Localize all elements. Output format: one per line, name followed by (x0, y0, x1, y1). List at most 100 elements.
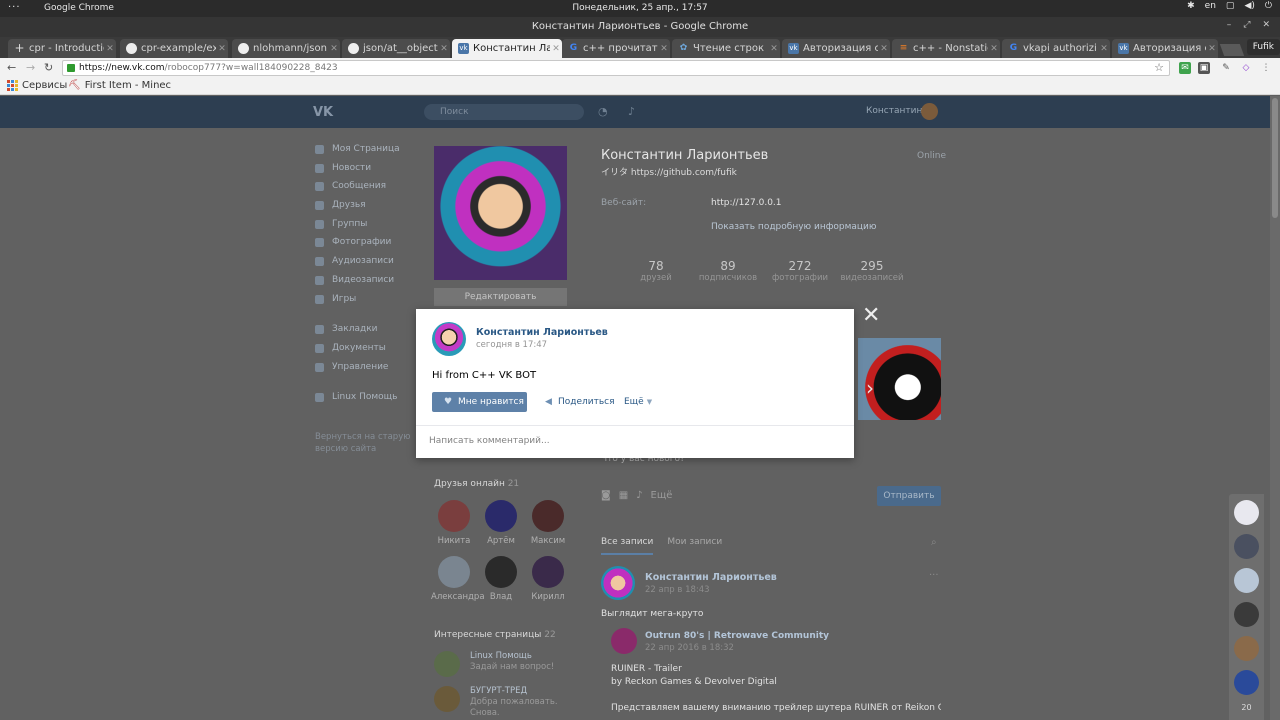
like-button[interactable]: ♥ Мне нравится (432, 392, 527, 412)
more-button[interactable]: Ещё ▼ (624, 397, 652, 407)
tab-close-icon[interactable]: ✕ (768, 44, 780, 54)
new-tab-button[interactable] (1219, 44, 1245, 56)
maximize-icon[interactable]: ⤢ (1243, 20, 1250, 30)
bookmark-star-icon[interactable]: ☆ (1154, 61, 1164, 75)
tab-my-posts[interactable]: Мои записи (667, 537, 722, 555)
menu-item[interactable]: Закладки (315, 320, 415, 339)
tab[interactable]: vk Авторизация с ✕ (1112, 39, 1218, 58)
extension-pen-icon[interactable]: ✎ (1220, 62, 1232, 74)
menu-item[interactable]: Моя Страница (315, 140, 415, 159)
extension-mail-icon[interactable]: ✉ (1179, 62, 1191, 74)
tab[interactable]: + cpr - Introductio ✕ (8, 39, 116, 58)
send-post-button[interactable]: Отправить (877, 486, 941, 506)
tab-close-icon[interactable]: ✕ (988, 44, 1000, 54)
chat-avatar[interactable] (1234, 670, 1259, 695)
extension-shield-icon[interactable]: ◇ (1240, 62, 1252, 74)
reload-icon[interactable]: ↻ (44, 61, 53, 74)
music-icon[interactable]: ♪ (628, 105, 635, 118)
repost-date[interactable]: 22 апр 2016 в 18:32 (645, 643, 734, 653)
tab-close-icon[interactable]: ✕ (658, 44, 670, 54)
tab[interactable]: ✿ Чтение строк и ✕ (672, 39, 780, 58)
tab[interactable]: cpr-example/ex ✕ (120, 39, 228, 58)
tab[interactable]: json/at__object ✕ (342, 39, 450, 58)
profile-button[interactable]: Fufik (1246, 39, 1280, 55)
tab[interactable]: G vkapi authorizi ✕ (1002, 39, 1110, 58)
chat-avatar[interactable] (1234, 568, 1259, 593)
menu-item[interactable]: Игры (315, 290, 415, 309)
tab-close-icon[interactable]: ✕ (1206, 44, 1218, 54)
post-date[interactable]: 22 апр в 18:43 (645, 585, 710, 595)
tab-close-icon[interactable]: ✕ (438, 44, 450, 54)
chat-avatar[interactable] (1234, 636, 1259, 661)
repost-author[interactable]: Outrun 80's | Retrowave Community (645, 631, 829, 641)
post-menu-icon[interactable]: ··· (929, 570, 939, 581)
post-author[interactable]: Константин Ларионтьев (645, 572, 777, 583)
power-icon[interactable]: ⏻ (1265, 1, 1272, 11)
friend-item[interactable]: Влад (478, 556, 524, 602)
menu-item[interactable]: Новости (315, 159, 415, 178)
vk-search-input[interactable]: Поиск (424, 104, 584, 120)
system-clock[interactable]: Понедельник, 25 апр., 17:57 (0, 3, 1280, 13)
stat-friends[interactable]: 78 друзей (620, 259, 692, 283)
music-attach-icon[interactable]: ♪ (636, 490, 642, 501)
chat-avatar[interactable] (1234, 602, 1259, 627)
comment-input[interactable]: Написать комментарий... (429, 436, 550, 446)
bookmark-item[interactable]: ⛏ First Item - Minec (68, 80, 171, 91)
tab-close-icon[interactable]: ✕ (216, 44, 228, 54)
post-author-avatar[interactable] (601, 566, 635, 600)
forward-arrow-icon[interactable]: → (26, 61, 35, 74)
camera-icon[interactable]: ◙ (601, 490, 611, 501)
interesting-pages-title[interactable]: Интересные страницы 22 (434, 630, 556, 640)
modal-author-avatar[interactable] (432, 322, 466, 356)
profile-avatar[interactable] (434, 146, 567, 280)
tab-all-posts[interactable]: Все записи (601, 537, 654, 555)
composer-more[interactable]: Ещё (651, 490, 673, 501)
friend-item[interactable]: Артём (478, 500, 524, 546)
stat-videos[interactable]: 295 видеозаписей (836, 259, 908, 283)
bell-icon[interactable]: ◔ (598, 105, 608, 118)
tab[interactable]: G c++ прочитать ✕ (562, 39, 670, 58)
keyboard-layout[interactable]: en (1205, 1, 1216, 11)
menu-item[interactable]: Видеозаписи (315, 271, 415, 290)
tab[interactable]: nlohmann/json ✕ (232, 39, 340, 58)
modal-post-date[interactable]: сегодня в 17:47 (476, 340, 547, 350)
menu-item[interactable]: Фотографии (315, 233, 415, 252)
video-attach-icon[interactable]: ▦ (619, 490, 628, 501)
friend-item[interactable]: Кирилл (525, 556, 571, 602)
tab-active[interactable]: vk Константин Ла ✕ (452, 39, 562, 58)
menu-item[interactable]: Сообщения (315, 177, 415, 196)
profile-status[interactable]: イリタ https://github.com/fufik (601, 165, 737, 178)
repost-avatar[interactable] (611, 628, 637, 654)
old-version-link[interactable]: Вернуться на старую версию сайта (315, 431, 415, 454)
stat-photos[interactable]: 272 фотографии (764, 259, 836, 283)
tab-close-icon[interactable]: ✕ (878, 44, 890, 54)
close-window-icon[interactable]: ✕ (1262, 20, 1270, 30)
tab-close-icon[interactable]: ✕ (328, 44, 340, 54)
back-arrow-icon[interactable]: ← (7, 61, 16, 74)
friend-item[interactable]: Никита (431, 500, 477, 546)
menu-item[interactable]: Друзья (315, 196, 415, 215)
scrollbar-thumb[interactable] (1272, 98, 1278, 218)
modal-author-name[interactable]: Константин Ларионтьев (476, 327, 608, 338)
tab[interactable]: ≡ c++ - Nonstatic ✕ (892, 39, 1000, 58)
tab-close-icon[interactable]: ✕ (550, 44, 562, 54)
website-link[interactable]: http://127.0.0.1 (711, 198, 782, 208)
show-more-info-link[interactable]: Показать подробную информацию (711, 222, 876, 232)
settings-gear-icon[interactable]: ✱ (1187, 1, 1195, 11)
chat-avatar[interactable] (1234, 500, 1259, 525)
vk-user-avatar[interactable] (921, 103, 938, 120)
share-button[interactable]: ◀ Поделиться (545, 397, 615, 407)
volume-icon[interactable]: ◀) (1244, 1, 1254, 11)
vk-user-name[interactable]: Константин (866, 106, 922, 116)
chat-online-count[interactable]: 20 (1229, 703, 1264, 712)
bookmark-apps[interactable]: Сервисы (7, 80, 67, 91)
close-icon[interactable]: ✕ (862, 305, 880, 327)
minimize-icon[interactable]: – (1227, 20, 1232, 30)
menu-item[interactable]: Документы (315, 339, 415, 358)
tab-close-icon[interactable]: ✕ (1098, 44, 1110, 54)
page-scrollbar[interactable] (1270, 96, 1280, 720)
friends-online-title[interactable]: Друзья онлайн 21 (434, 479, 519, 489)
friend-item[interactable]: Максим (525, 500, 571, 546)
address-bar[interactable]: https://new.vk.com/robocop777?w=wall1840… (62, 60, 1170, 76)
screen-icon[interactable]: ▢ (1226, 1, 1235, 11)
